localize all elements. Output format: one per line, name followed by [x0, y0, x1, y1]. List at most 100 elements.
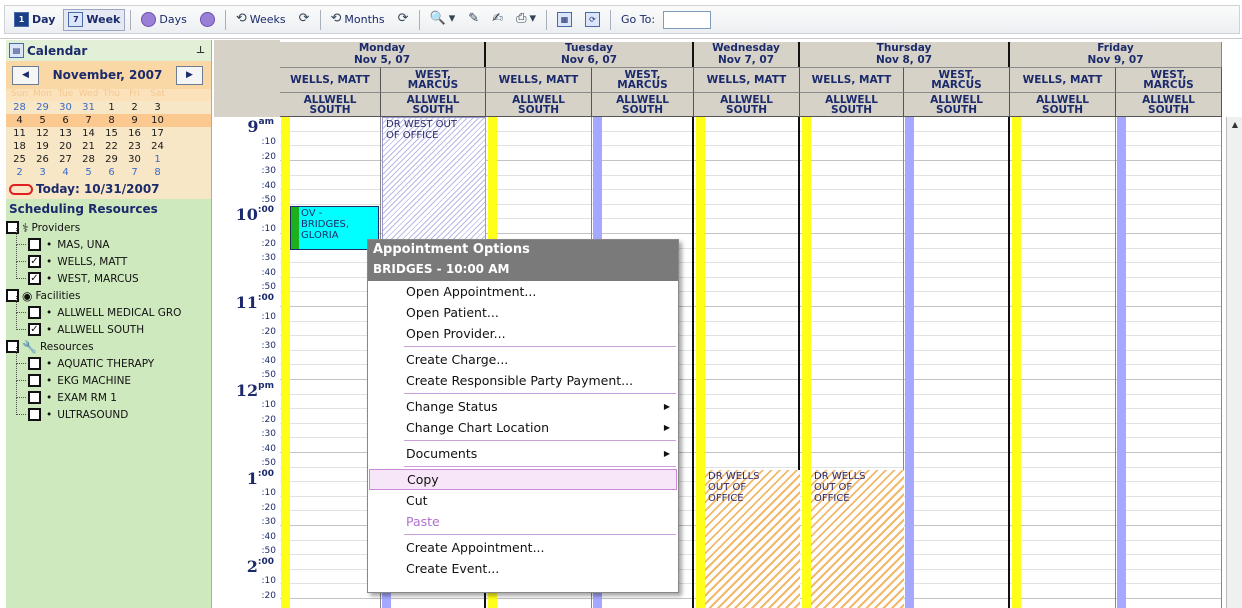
appointment-bridges[interactable]: OV - BRIDGES, GLORIA [290, 206, 379, 250]
menu-open-patient[interactable]: Open Patient... [368, 302, 678, 323]
menu-change-chart-location[interactable]: Change Chart Location ▶ [368, 417, 678, 438]
prev-month-button[interactable]: ◀ [12, 65, 39, 85]
edit-button[interactable]: ✍ [487, 9, 508, 31]
menu-documents[interactable]: Documents ▶ [368, 443, 678, 464]
tree-group-providers[interactable]: ⚕ Providers [6, 219, 211, 236]
mini-calendar-day[interactable]: 11 [8, 127, 31, 140]
goto-input[interactable] [663, 10, 712, 29]
schedule-column[interactable] [1010, 117, 1116, 608]
grid-toggle-button[interactable]: ▦ [552, 9, 577, 31]
months-forward-button[interactable]: ⟳ [393, 9, 414, 31]
mini-calendar-day[interactable]: 23 [123, 140, 146, 153]
menu-create-responsible-party-payment[interactable]: Create Responsible Party Payment... [368, 370, 678, 391]
mini-calendar-day[interactable]: 2 [8, 166, 31, 179]
tools-button[interactable]: ✎ [463, 9, 484, 31]
schedule-column[interactable] [904, 117, 1010, 608]
day-header[interactable]: Tuesday Nov 6, 07 [486, 42, 694, 67]
mini-calendar-day[interactable]: 24 [146, 140, 169, 153]
day-view-button[interactable]: 1 Day [9, 9, 60, 31]
tree-group-resources[interactable]: 🔧 Resources [6, 338, 211, 355]
menu-open-appointment[interactable]: Open Appointment... [368, 281, 678, 302]
menu-open-provider[interactable]: Open Provider... [368, 323, 678, 344]
mini-calendar-day[interactable]: 1 [100, 101, 123, 114]
mini-calendar-day[interactable]: 1 [146, 153, 169, 166]
mini-calendar-day[interactable]: 30 [54, 101, 77, 114]
days-back-button[interactable]: Days [136, 9, 191, 31]
resource-checkbox[interactable] [28, 357, 41, 370]
mini-calendar-day[interactable]: 4 [54, 166, 77, 179]
mini-calendar-day[interactable]: 7 [77, 114, 100, 127]
tree-item-facility[interactable]: ✓ • ALLWELL SOUTH [6, 313, 211, 338]
print-dropdown-button[interactable]: ⎙ ▾ [511, 9, 541, 31]
mini-calendar-day[interactable]: 18 [8, 140, 31, 153]
next-month-button[interactable]: ▶ [176, 65, 203, 85]
mini-calendar-day[interactable]: 8 [100, 114, 123, 127]
tree-group-facilities[interactable]: ◉ Facilities [6, 287, 211, 304]
mini-calendar-day[interactable]: 26 [31, 153, 54, 166]
mini-calendar-day[interactable]: 2 [123, 101, 146, 114]
tree-item-facility[interactable]: • ALLWELL MEDICAL GRO [6, 296, 211, 321]
schedule-column[interactable] [280, 117, 381, 608]
mini-calendar-day[interactable]: 28 [77, 153, 100, 166]
mini-calendar-day[interactable]: 29 [100, 153, 123, 166]
day-header[interactable]: Wednesday Nov 7, 07 [694, 42, 800, 67]
day-header[interactable]: Monday Nov 5, 07 [280, 42, 486, 67]
mini-calendar-day[interactable]: 3 [146, 101, 169, 114]
mini-calendar-day[interactable]: 6 [54, 114, 77, 127]
mini-calendar-day[interactable]: 15 [100, 127, 123, 140]
provider-checkbox[interactable]: ✓ [28, 255, 41, 268]
mini-calendar-day[interactable]: 6 [100, 166, 123, 179]
pin-icon[interactable]: ⊥ [196, 45, 205, 56]
mini-calendar-day[interactable]: 10 [146, 114, 169, 127]
week-view-button[interactable]: 7 Week [63, 8, 126, 31]
tree-item-resource[interactable]: • EKG MACHINE [6, 364, 211, 389]
out-of-office-block[interactable]: DR WELLS OUT OF OFFICE [705, 470, 800, 608]
zoom-dropdown-button[interactable]: 🔍 ▾ [425, 9, 461, 31]
mini-calendar-day[interactable]: 5 [77, 166, 100, 179]
tree-item-provider[interactable]: ✓ • WEST, MARCUS [6, 262, 211, 287]
refresh-button[interactable]: ⟳ [580, 9, 605, 31]
mini-calendar-day[interactable]: 17 [146, 127, 169, 140]
mini-calendar-day[interactable]: 21 [77, 140, 100, 153]
menu-cut[interactable]: Cut [368, 490, 678, 511]
mini-calendar-day[interactable]: 7 [123, 166, 146, 179]
menu-create-charge[interactable]: Create Charge... [368, 349, 678, 370]
vertical-scrollbar[interactable]: ▲ [1226, 117, 1242, 608]
weeks-back-button[interactable]: ⟲ Weeks [231, 9, 291, 31]
resource-checkbox[interactable] [28, 374, 41, 387]
mini-calendar-day[interactable]: 14 [77, 127, 100, 140]
months-back-button[interactable]: ⟲ Months [326, 9, 390, 31]
mini-calendar-day[interactable]: 4 [8, 114, 31, 127]
mini-calendar-day[interactable]: 3 [31, 166, 54, 179]
resource-checkbox[interactable] [28, 391, 41, 404]
menu-paste[interactable]: Paste [368, 511, 678, 532]
mini-calendar-day[interactable]: 19 [31, 140, 54, 153]
tree-item-resource[interactable]: • AQUATIC THERAPY [6, 347, 211, 372]
provider-checkbox[interactable]: ✓ [28, 272, 41, 285]
provider-checkbox[interactable] [28, 238, 41, 251]
day-header[interactable]: Thursday Nov 8, 07 [800, 42, 1010, 67]
day-header[interactable]: Friday Nov 9, 07 [1010, 42, 1222, 67]
facility-checkbox[interactable] [28, 306, 41, 319]
mini-calendar-day[interactable]: 22 [100, 140, 123, 153]
today-link[interactable]: Today: 10/31/2007 [6, 179, 211, 199]
mini-calendar-day[interactable]: 5 [31, 114, 54, 127]
mini-calendar-day[interactable]: 20 [54, 140, 77, 153]
menu-create-appointment[interactable]: Create Appointment... [368, 537, 678, 558]
out-of-office-block[interactable]: DR WELLS OUT OF OFFICE [811, 470, 904, 608]
scroll-up-icon[interactable]: ▲ [1227, 117, 1242, 133]
mini-calendar-day[interactable]: 25 [8, 153, 31, 166]
mini-calendar-day[interactable]: 30 [123, 153, 146, 166]
menu-create-event[interactable]: Create Event... [368, 558, 678, 579]
mini-calendar-day[interactable]: 29 [31, 101, 54, 114]
mini-calendar-day[interactable]: 31 [77, 101, 100, 114]
mini-calendar-day[interactable]: 16 [123, 127, 146, 140]
menu-change-status[interactable]: Change Status ▶ [368, 396, 678, 417]
schedule-column[interactable] [1116, 117, 1222, 608]
mini-calendar-day[interactable]: 13 [54, 127, 77, 140]
mini-calendar-day[interactable]: 28 [8, 101, 31, 114]
mini-calendar-day[interactable]: 12 [31, 127, 54, 140]
tree-item-resource[interactable]: • EXAM RM 1 [6, 381, 211, 406]
resource-checkbox[interactable] [28, 408, 41, 421]
mini-calendar-day[interactable]: 9 [123, 114, 146, 127]
